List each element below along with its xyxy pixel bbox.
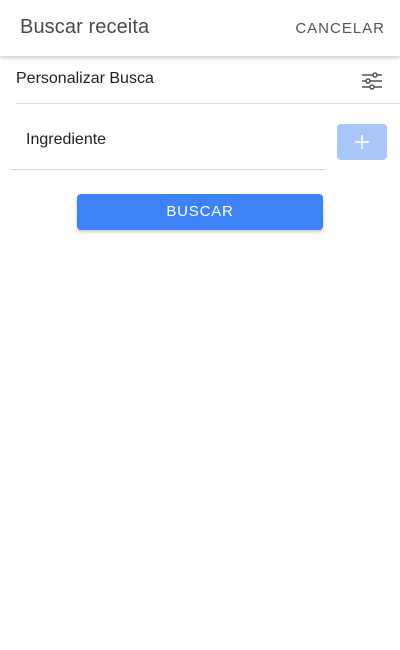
ingredient-field[interactable] xyxy=(10,110,326,170)
plus-icon xyxy=(355,135,369,149)
page-title: Buscar receita xyxy=(20,16,150,38)
cancel-button[interactable]: CANCELAR xyxy=(295,20,385,37)
customize-search-label: Personalizar Busca xyxy=(16,70,154,87)
tune-icon[interactable] xyxy=(358,68,386,94)
search-button[interactable]: BUSCAR xyxy=(77,194,323,230)
add-ingredient-button[interactable] xyxy=(337,124,387,160)
app-bar: Buscar receita CANCELAR xyxy=(0,0,400,56)
ingredient-input[interactable] xyxy=(26,128,316,152)
customize-search-row[interactable]: Personalizar Busca xyxy=(16,60,400,104)
